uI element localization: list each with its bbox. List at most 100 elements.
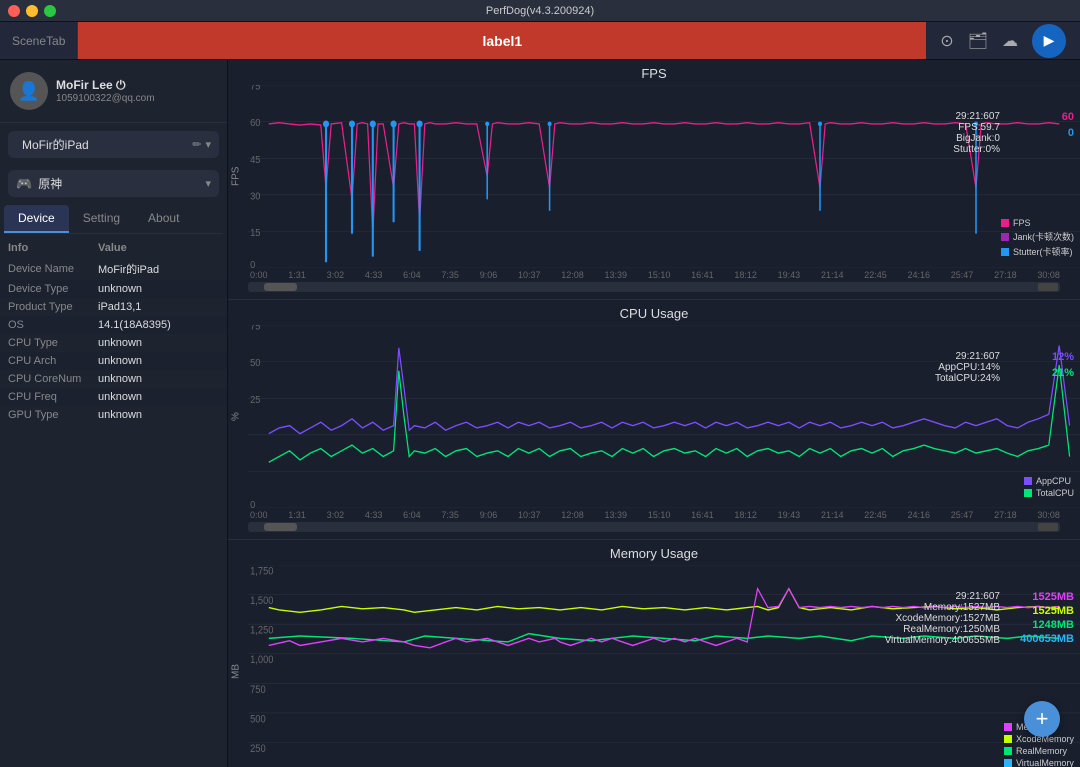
titlebar: PerfDog(v4.3.200924) bbox=[0, 0, 1080, 22]
svg-text:25: 25 bbox=[250, 394, 261, 406]
info-value: MoFir的iPad bbox=[98, 261, 219, 277]
fps-scrollbar-thumb[interactable] bbox=[264, 283, 296, 291]
folder-icon[interactable]: 🗂 bbox=[968, 31, 988, 51]
info-value: 14.1(18A8395) bbox=[98, 319, 219, 331]
edit-icon[interactable]: ✏ bbox=[192, 138, 201, 151]
memory-tooltip: 29:21:607 Memory:1527MB XcodeMemory:1527… bbox=[885, 591, 1000, 646]
fps-legend-dot bbox=[1001, 219, 1009, 227]
cpu-y-axis: % bbox=[228, 325, 248, 508]
cpu-tooltip: 29:21:607 AppCPU:14% TotalCPU:24% bbox=[935, 351, 1000, 384]
info-header: Info Value bbox=[0, 238, 227, 258]
fps-tooltip-time: 29:21:607 bbox=[953, 111, 1000, 122]
info-key: Product Type bbox=[8, 301, 98, 313]
tab-about[interactable]: About bbox=[134, 205, 193, 233]
info-value: unknown bbox=[98, 373, 219, 385]
info-value: unknown bbox=[98, 337, 219, 349]
user-name: MoFir Lee ⏻ bbox=[56, 78, 155, 93]
cpu-tooltip-time: 29:21:607 bbox=[935, 351, 1000, 362]
info-key: GPU Type bbox=[8, 409, 98, 421]
device-name: MoFir的iPad bbox=[22, 136, 186, 153]
app-name: 原神 bbox=[38, 175, 199, 192]
memory-tooltip-virtual: VirtualMemory:400655MB bbox=[885, 635, 1000, 646]
svg-text:75: 75 bbox=[250, 325, 261, 333]
minimize-button[interactable] bbox=[26, 5, 38, 17]
info-key: CPU Type bbox=[8, 337, 98, 349]
avatar: 👤 bbox=[10, 72, 48, 110]
info-key: OS bbox=[8, 319, 98, 331]
svg-text:1,000: 1,000 bbox=[250, 655, 274, 667]
tab-device[interactable]: Device bbox=[4, 205, 69, 233]
cpu-chart-title: CPU Usage bbox=[228, 306, 1080, 321]
location-icon[interactable]: ⊙ bbox=[940, 31, 953, 51]
cloud-icon[interactable]: ☁ bbox=[1002, 31, 1018, 51]
info-key: Device Type bbox=[8, 283, 98, 295]
svg-text:500: 500 bbox=[250, 714, 266, 726]
toolbar-icons: ⊙ 🗂 ☁ ▶ bbox=[926, 24, 1080, 58]
play-button[interactable]: ▶ bbox=[1032, 24, 1066, 58]
info-row: Device NameMoFir的iPad bbox=[0, 258, 227, 280]
cpu-current-val1: 12% bbox=[1052, 351, 1074, 363]
info-value: unknown bbox=[98, 283, 219, 295]
cpu-scrollbar-thumb[interactable] bbox=[264, 523, 296, 531]
fps-chart-section: FPS FPS 75 60 45 bbox=[228, 60, 1080, 300]
fps-scrollbar[interactable] bbox=[248, 282, 1060, 292]
svg-text:60: 60 bbox=[250, 118, 261, 130]
info-rows-container: Device NameMoFir的iPadDevice TypeunknownP… bbox=[0, 258, 227, 424]
fps-chart-title: FPS bbox=[228, 66, 1080, 81]
jank-legend-dot bbox=[1001, 233, 1009, 241]
memory-legend-real: RealMemory bbox=[1004, 746, 1074, 756]
info-row: CPU Archunknown bbox=[0, 352, 227, 370]
virtual-legend-dot bbox=[1004, 759, 1012, 767]
info-row: CPU Typeunknown bbox=[0, 334, 227, 352]
svg-text:250: 250 bbox=[250, 743, 266, 755]
memory-current-val4: 400653MB bbox=[1020, 633, 1074, 645]
memory-legend-dot bbox=[1004, 723, 1012, 731]
cpu-chart-area: % 75 50 25 0 bbox=[228, 325, 1080, 508]
fps-current-val2: 0 bbox=[1068, 127, 1074, 139]
chevron-down-icon[interactable]: ▾ bbox=[205, 138, 211, 151]
svg-text:45: 45 bbox=[250, 154, 261, 166]
fps-legend-stutter: Stutter(卡顿率) bbox=[1001, 245, 1074, 258]
memory-chart-area: MB 1,750 1,500 1,250 1,000 bbox=[228, 565, 1080, 767]
cpu-chart-section: CPU Usage % 75 50 25 0 bbox=[228, 300, 1080, 540]
svg-text:1,250: 1,250 bbox=[250, 625, 274, 637]
info-col-value: Value bbox=[98, 242, 219, 254]
fps-scrollbar-right[interactable] bbox=[1038, 283, 1058, 291]
window-title: PerfDog(v4.3.200924) bbox=[486, 5, 594, 17]
svg-text:50: 50 bbox=[250, 358, 261, 370]
info-value: unknown bbox=[98, 355, 219, 367]
memory-current-val1: 1525MB bbox=[1032, 591, 1074, 603]
tab-setting[interactable]: Setting bbox=[69, 205, 134, 233]
device-selector-icons: ✏ ▾ bbox=[192, 138, 211, 151]
app-selector[interactable]: 🎮 原神 ▾ bbox=[8, 170, 219, 197]
user-email: 1059100322@qq.com bbox=[56, 93, 155, 104]
cpu-x-axis: 0:001:313:024:336:047:359:0610:3712:0813… bbox=[228, 510, 1080, 520]
cpu-scrollbar[interactable] bbox=[248, 522, 1060, 532]
user-profile: 👤 MoFir Lee ⏻ 1059100322@qq.com bbox=[0, 60, 227, 123]
svg-text:75: 75 bbox=[250, 85, 261, 93]
add-button[interactable]: + bbox=[1024, 701, 1060, 737]
app-chevron-icon[interactable]: ▾ bbox=[205, 177, 211, 190]
memory-tooltip-real: RealMemory:1250MB bbox=[885, 624, 1000, 635]
toolbar: SceneTab label1 ⊙ 🗂 ☁ ▶ bbox=[0, 22, 1080, 60]
cpu-scrollbar-right[interactable] bbox=[1038, 523, 1058, 531]
info-value: unknown bbox=[98, 409, 219, 421]
app-icon: 🎮 bbox=[16, 176, 32, 192]
svg-text:750: 750 bbox=[250, 684, 266, 696]
scene-tab-label: SceneTab bbox=[0, 22, 78, 59]
maximize-button[interactable] bbox=[44, 5, 56, 17]
fps-legend: FPS Jank(卡顿次数) Stutter(卡顿率) bbox=[1001, 218, 1074, 260]
fps-y-axis: FPS bbox=[228, 85, 248, 268]
device-selector[interactable]: MoFir的iPad ✏ ▾ bbox=[8, 131, 219, 158]
label1-banner[interactable]: label1 bbox=[78, 22, 926, 59]
info-row: GPU Typeunknown bbox=[0, 406, 227, 424]
traffic-lights bbox=[8, 5, 56, 17]
info-col-info: Info bbox=[8, 242, 98, 254]
fps-x-axis: 0:001:313:024:336:047:359:0610:3712:0813… bbox=[228, 270, 1080, 280]
memory-current-val3: 1248MB bbox=[1032, 619, 1074, 631]
fps-tooltip-stutter: Stutter:0% bbox=[953, 144, 1000, 155]
fps-legend-fps: FPS bbox=[1001, 218, 1074, 228]
close-button[interactable] bbox=[8, 5, 20, 17]
memory-legend-virtual: VirtualMemory bbox=[1004, 758, 1074, 767]
memory-chart-inner: 1,750 1,500 1,250 1,000 750 500 250 0 bbox=[248, 565, 1080, 767]
